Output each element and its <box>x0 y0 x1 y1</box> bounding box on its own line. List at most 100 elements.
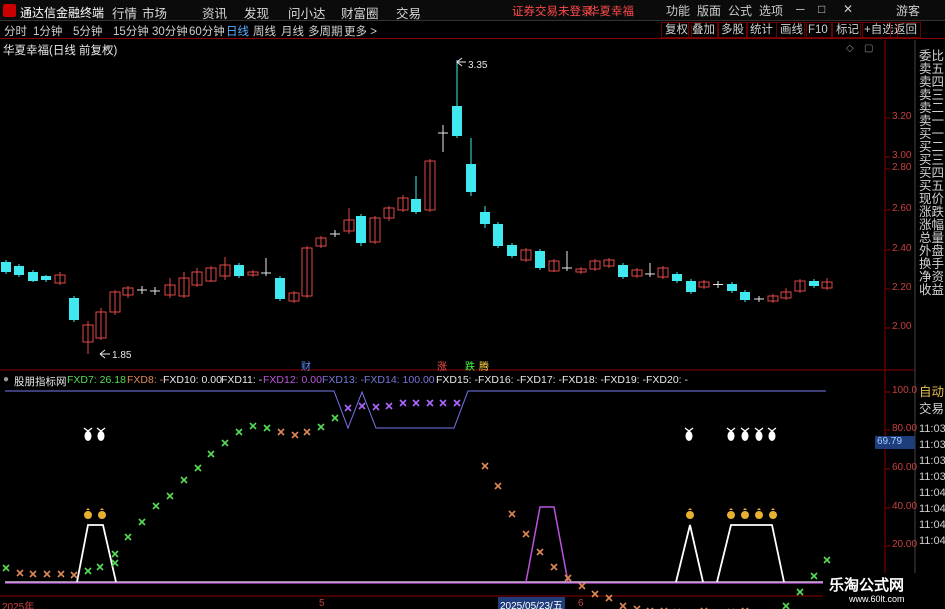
fxd7-marker <box>317 423 325 431</box>
indicator-settings-icon[interactable]: ● <box>3 374 9 385</box>
indicator-value-fxd8: FXD8: - <box>127 374 164 386</box>
candle-body <box>727 284 737 291</box>
period-multi[interactable]: 多周期 <box>308 23 343 39</box>
price-tick: 2.00 <box>892 321 912 332</box>
period-more[interactable]: 更多 > <box>344 23 377 39</box>
toolbar-stats[interactable]: 统计 <box>746 22 777 38</box>
tick-time: 11:03 <box>919 455 945 467</box>
price-tick: 3.00 <box>892 150 912 161</box>
candle-body <box>507 245 517 256</box>
indicator-value-fxd18: FXD18: - <box>562 374 605 386</box>
layout-button[interactable]: 版面 <box>697 2 721 19</box>
kline-chart[interactable] <box>0 40 945 609</box>
menu-item-wealth[interactable]: 财富圈 <box>341 3 379 22</box>
fxd7-marker <box>194 464 202 472</box>
toolbar-mark[interactable]: 标记 <box>832 22 863 38</box>
fxd7-marker <box>166 492 174 500</box>
fxd7-marker <box>235 428 243 436</box>
fxd8-marker <box>494 482 502 490</box>
toolbar-draw[interactable]: 画线 <box>776 22 807 38</box>
money-bag-icon <box>686 511 694 519</box>
fxd8-marker <box>522 530 530 538</box>
tick-time: 11:04 <box>919 503 945 515</box>
period-60min[interactable]: 60分钟 <box>189 23 225 39</box>
fxd13-marker <box>453 399 461 407</box>
maximize-icon[interactable]: □ <box>818 2 825 16</box>
tab-auto[interactable]: 自动 <box>919 386 945 399</box>
period-weekly[interactable]: 周线 <box>253 23 276 39</box>
period-15min[interactable]: 15分钟 <box>113 23 149 39</box>
period-daily[interactable]: 日线 <box>226 23 249 39</box>
figure-icon <box>740 427 750 432</box>
app-window: 通达信金融终端 行情 市场 资讯 发现 问小达 财富圈 交易 证券交易未登录 华… <box>0 0 945 609</box>
indicator-tick: 40.00 <box>892 501 918 512</box>
options-button[interactable]: 选项 <box>759 2 783 19</box>
money-bag-icon <box>757 508 761 510</box>
panel-settings-icon[interactable]: ● <box>105 42 111 53</box>
period-1min[interactable]: 1分钟 <box>33 23 62 39</box>
toolbar-f10[interactable]: F10 <box>804 22 832 38</box>
guest-button[interactable]: 游客 <box>896 2 920 19</box>
fxd13-marker <box>439 399 447 407</box>
menu-item-markets[interactable]: 市场 <box>142 3 167 22</box>
fxd8-marker <box>291 431 299 439</box>
function-button[interactable]: 功能 <box>666 2 690 19</box>
chart-expand-icon[interactable]: ▢ <box>864 43 873 54</box>
fxd8-marker <box>43 570 51 578</box>
figure-icon <box>741 431 749 441</box>
fxd7-marker <box>138 518 146 526</box>
menu-item-news[interactable]: 资讯 <box>202 3 227 22</box>
period-30min[interactable]: 30分钟 <box>152 23 188 39</box>
fxd13-marker <box>372 403 380 411</box>
indicator-name[interactable]: 股朋指标网 <box>14 374 67 389</box>
price-tick: 2.20 <box>892 282 912 293</box>
toolbar-multi-stock[interactable]: 多股 <box>717 22 748 38</box>
fxd7-marker <box>796 588 804 596</box>
figure-icon <box>727 431 735 441</box>
close-icon[interactable]: ✕ <box>843 2 853 16</box>
chart-area[interactable]: 华夏幸福(日线 前复权) ● ◇ ▢ 3.35 1.85 3.20 3.00 2… <box>0 40 945 609</box>
price-tick: 3.20 <box>892 111 912 122</box>
fxd7-marker <box>124 533 132 541</box>
menu-item-market[interactable]: 行情 <box>112 3 137 22</box>
fxd7-marker <box>823 556 831 564</box>
formula-button[interactable]: 公式 <box>728 2 752 19</box>
cursor-date-label: 2025/05/23/五 <box>498 597 565 609</box>
fxd10-signal <box>716 524 785 583</box>
toolbar-back[interactable]: 返回 <box>890 22 921 38</box>
figure-icon <box>97 431 105 441</box>
period-monthly[interactable]: 月线 <box>281 23 304 39</box>
fxd8-marker <box>619 602 627 609</box>
money-bag-icon <box>741 511 749 519</box>
login-status[interactable]: 证券交易未登录 <box>512 3 593 19</box>
candle-body <box>275 278 285 299</box>
candle-body <box>14 266 24 275</box>
event-marker-die[interactable]: 跌 <box>465 358 475 373</box>
chart-settings-icon[interactable]: ◇ <box>846 43 854 54</box>
period-intraday[interactable]: 分时 <box>4 23 27 39</box>
order-book-label: 收益 <box>919 283 945 297</box>
event-marker-cai[interactable]: 财 <box>301 358 311 373</box>
tab-trade[interactable]: 交易 <box>919 403 945 416</box>
event-marker-zhang[interactable]: 涨 <box>437 358 447 373</box>
menu-item-ask[interactable]: 问小达 <box>288 3 326 22</box>
minimize-icon[interactable]: ─ <box>796 2 805 16</box>
current-value-badge: 69.79 <box>875 436 915 449</box>
candle-body <box>740 292 750 300</box>
menu-item-trade[interactable]: 交易 <box>396 3 421 22</box>
event-marker-teng[interactable]: 腾 <box>479 358 489 373</box>
indicator-value-fxd11: FXD11: - <box>221 374 263 386</box>
fxd13-marker <box>426 399 434 407</box>
fxd8-marker <box>70 571 78 579</box>
price-panel-title: 华夏幸福(日线 前复权) <box>3 45 118 57</box>
date-axis-month-6: 6 <box>578 598 584 609</box>
menu-item-discover[interactable]: 发现 <box>244 3 269 22</box>
high-price-label: 3.35 <box>468 60 488 71</box>
figure-icon <box>726 427 736 432</box>
tick-time: 11:04 <box>919 535 945 547</box>
toolbar-overlay[interactable]: 叠加 <box>688 22 719 38</box>
indicator-value-fxd19: FXD19: - <box>604 374 647 386</box>
money-bag-icon <box>729 508 733 510</box>
period-bar: 分时 1分钟 5分钟 15分钟 30分钟 60分钟 日线 周线 月线 多周期 更… <box>0 21 945 39</box>
period-5min[interactable]: 5分钟 <box>73 23 102 39</box>
